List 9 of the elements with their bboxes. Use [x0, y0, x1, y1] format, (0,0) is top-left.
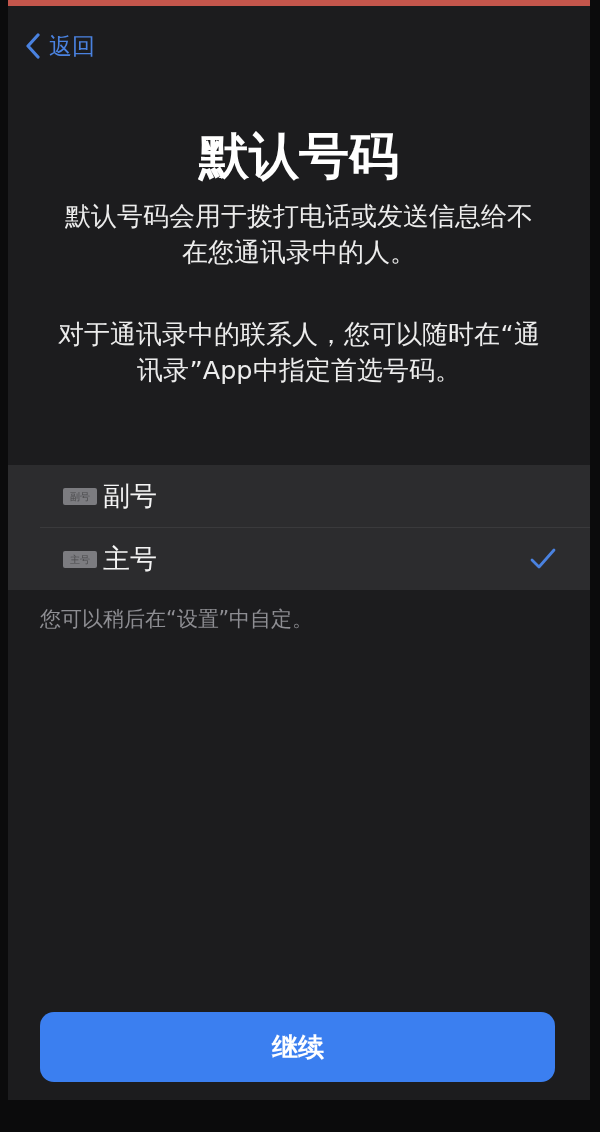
- description-text: 默认号码会用于拨打电话或发送信息给不在您通讯录中的人。: [64, 200, 534, 269]
- back-button[interactable]: 返回: [25, 30, 95, 62]
- chevron-left-icon: [25, 33, 41, 59]
- option-label: 副号: [103, 479, 158, 513]
- footnote-text: 您可以稍后在“设置”中自定。: [40, 606, 315, 632]
- description-text: 对于通讯录中的联系人，您可以随时在“通讯录”App中指定首选号码。: [57, 318, 541, 387]
- page-title: 默认号码: [197, 128, 400, 184]
- continue-button[interactable]: 继续: [40, 1012, 555, 1082]
- option-label: 主号: [103, 542, 158, 576]
